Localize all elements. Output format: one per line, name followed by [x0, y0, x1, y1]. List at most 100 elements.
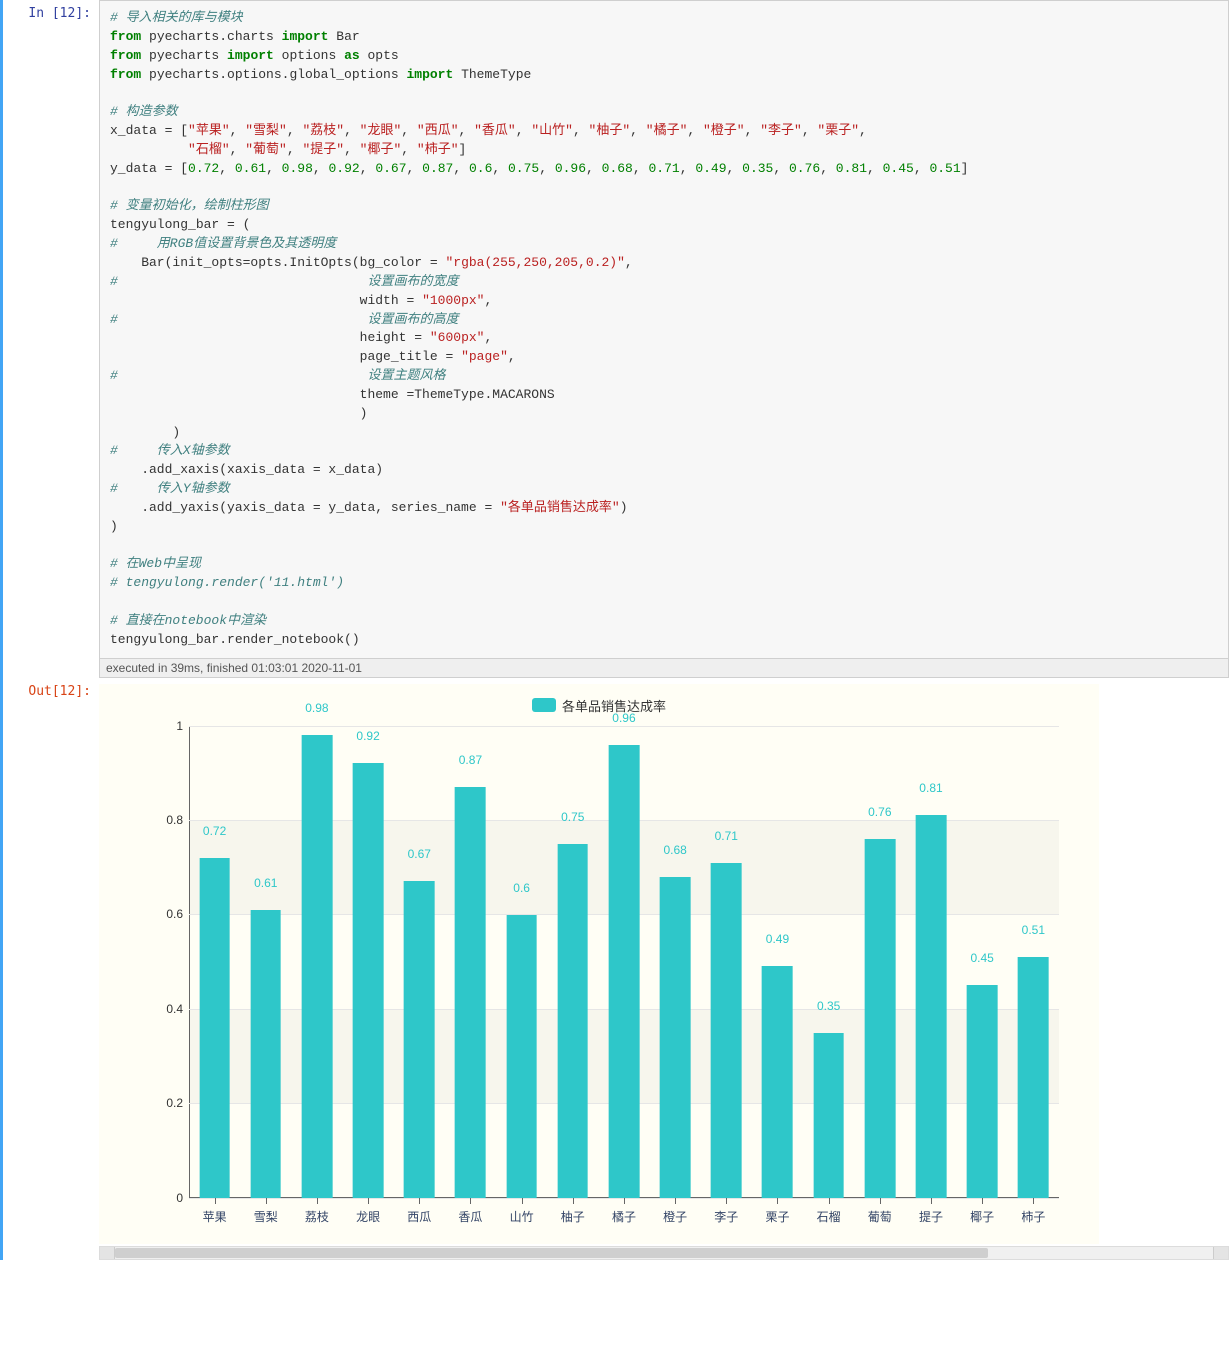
bar-column: 0.67西瓜	[394, 726, 445, 1198]
x-tick	[419, 1198, 420, 1204]
bar-value-label: 0.71	[715, 829, 738, 846]
y-tick-label: 0.4	[149, 1002, 183, 1016]
chart-legend[interactable]: 各单品销售达成率	[99, 692, 1099, 717]
x-tick-label: 荔枝	[305, 1208, 329, 1225]
x-tick	[726, 1198, 727, 1204]
x-tick-label: 栗子	[765, 1208, 789, 1225]
bar-column: 0.51柿子	[1008, 726, 1059, 1198]
cell-body: # 导入相关的库与模块 from pyecharts.charts import…	[99, 0, 1229, 678]
bar[interactable]	[199, 858, 230, 1198]
x-tick-label: 石榴	[817, 1208, 841, 1225]
x-tick	[470, 1198, 471, 1204]
bar-value-label: 0.98	[305, 701, 328, 718]
bar[interactable]	[660, 877, 691, 1198]
bar-column: 0.6山竹	[496, 726, 547, 1198]
bar-value-label: 0.75	[561, 810, 584, 827]
x-tick-label: 橙子	[663, 1208, 687, 1225]
x-tick-label: 椰子	[970, 1208, 994, 1225]
y-tick-label: 0.6	[149, 907, 183, 921]
x-tick-label: 香瓜	[458, 1208, 482, 1225]
bar-column: 0.92龙眼	[343, 726, 394, 1198]
bar[interactable]	[250, 910, 281, 1198]
x-tick	[624, 1198, 625, 1204]
bar[interactable]	[557, 844, 588, 1198]
bar[interactable]	[813, 1033, 844, 1198]
notebook: In [12]: # 导入相关的库与模块 from pyecharts.char…	[0, 0, 1229, 1260]
bar[interactable]	[1018, 957, 1049, 1198]
x-tick-label: 苹果	[203, 1208, 227, 1225]
bar[interactable]	[353, 763, 384, 1197]
x-tick-label: 西瓜	[407, 1208, 431, 1225]
bar-column: 0.76葡萄	[854, 726, 905, 1198]
y-tick-label: 1	[149, 719, 183, 733]
x-tick-label: 柿子	[1021, 1208, 1045, 1225]
y-tick-label: 0	[149, 1191, 183, 1205]
bar[interactable]	[506, 915, 537, 1198]
bar[interactable]	[455, 787, 486, 1198]
x-tick	[829, 1198, 830, 1204]
x-tick-label: 提子	[919, 1208, 943, 1225]
x-tick	[215, 1198, 216, 1204]
x-tick-label: 龙眼	[356, 1208, 380, 1225]
x-tick	[573, 1198, 574, 1204]
bar-value-label: 0.61	[254, 876, 277, 893]
horizontal-scrollbar[interactable]	[99, 1246, 1229, 1260]
bar-value-label: 0.72	[203, 824, 226, 841]
bar-value-label: 0.45	[970, 951, 993, 968]
x-tick	[777, 1198, 778, 1204]
x-tick-label: 葡萄	[868, 1208, 892, 1225]
bar-column: 0.71李子	[701, 726, 752, 1198]
execution-timing: executed in 39ms, finished 01:03:01 2020…	[99, 659, 1229, 678]
bar-value-label: 0.68	[663, 843, 686, 860]
chart-scroll-wrap[interactable]: 各单品销售达成率 00.20.40.60.81 0.72苹果0.61雪梨0.98…	[99, 684, 1229, 1244]
bar-column: 0.81提子	[905, 726, 956, 1198]
bar-column: 0.45椰子	[957, 726, 1008, 1198]
bar-column: 0.96橘子	[598, 726, 649, 1198]
output-prompt: Out[12]:	[7, 678, 99, 699]
y-tick-label: 0.8	[149, 813, 183, 827]
x-tick	[880, 1198, 881, 1204]
x-tick	[982, 1198, 983, 1204]
scrollbar-thumb[interactable]	[115, 1248, 988, 1258]
x-tick	[522, 1198, 523, 1204]
bar-value-label: 0.35	[817, 999, 840, 1016]
bar-value-label: 0.87	[459, 753, 482, 770]
bar-column: 0.98荔枝	[291, 726, 342, 1198]
bar-value-label: 0.76	[868, 805, 891, 822]
bar[interactable]	[609, 745, 640, 1198]
bar-value-label: 0.81	[919, 781, 942, 798]
bar[interactable]	[762, 966, 793, 1197]
chart-axes: 00.20.40.60.81 0.72苹果0.61雪梨0.98荔枝0.92龙眼0…	[189, 726, 1059, 1198]
bar-column: 0.49栗子	[752, 726, 803, 1198]
code-editor[interactable]: # 导入相关的库与模块 from pyecharts.charts import…	[99, 0, 1229, 659]
x-tick	[931, 1198, 932, 1204]
x-tick	[1033, 1198, 1034, 1204]
bar-column: 0.72苹果	[189, 726, 240, 1198]
bar[interactable]	[967, 985, 998, 1197]
bar-column: 0.61雪梨	[240, 726, 291, 1198]
bar-value-label: 0.92	[356, 729, 379, 746]
input-cell: In [12]: # 导入相关的库与模块 from pyecharts.char…	[7, 0, 1229, 678]
bar-value-label: 0.96	[612, 711, 635, 728]
y-tick-label: 0.2	[149, 1096, 183, 1110]
bar[interactable]	[916, 815, 947, 1197]
input-prompt: In [12]:	[7, 0, 99, 21]
x-tick	[317, 1198, 318, 1204]
x-tick	[675, 1198, 676, 1204]
x-tick-label: 李子	[714, 1208, 738, 1225]
x-tick	[266, 1198, 267, 1204]
bar-chart: 各单品销售达成率 00.20.40.60.81 0.72苹果0.61雪梨0.98…	[99, 684, 1099, 1244]
bar[interactable]	[864, 839, 895, 1198]
x-tick	[368, 1198, 369, 1204]
x-tick-label: 橘子	[612, 1208, 636, 1225]
bar[interactable]	[404, 881, 435, 1197]
bar-value-label: 0.49	[766, 932, 789, 949]
bar[interactable]	[711, 863, 742, 1198]
bar-value-label: 0.6	[513, 881, 530, 898]
output-body: 各单品销售达成率 00.20.40.60.81 0.72苹果0.61雪梨0.98…	[99, 678, 1229, 1260]
bar[interactable]	[302, 735, 333, 1198]
bar-value-label: 0.67	[408, 847, 431, 864]
bar-column: 0.75柚子	[547, 726, 598, 1198]
x-tick-label: 山竹	[510, 1208, 534, 1225]
bar-column: 0.35石榴	[803, 726, 854, 1198]
